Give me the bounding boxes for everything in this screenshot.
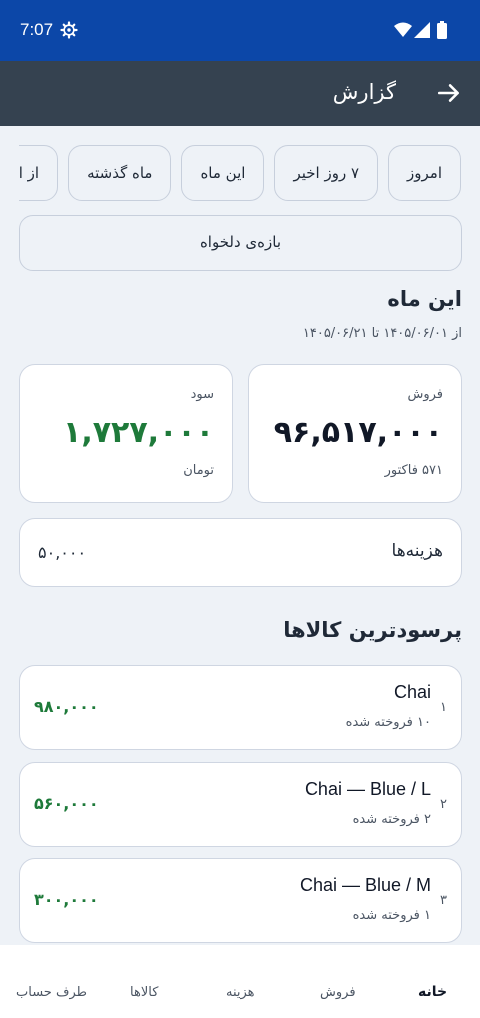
sales-card[interactable]: فروش ۹۶,۵۱۷,۰۰۰ ۵۷۱ فاکتور — [248, 364, 462, 503]
product-sold-count: ۱ فروخته شده — [352, 908, 431, 923]
app-bar: گزارش — [0, 61, 480, 126]
chip-today[interactable]: امروز — [388, 145, 461, 201]
product-rank: ۲ — [440, 797, 447, 812]
product-name: Chai — [393, 682, 431, 702]
expenses-value: ۵۰,۰۰۰ — [38, 543, 87, 562]
profit-card[interactable]: سود ۱,۷۲۷,۰۰۰ تومان — [19, 364, 233, 503]
product-name: Chai — Blue / M — [299, 875, 431, 895]
nav-home[interactable]: خانه — [418, 984, 447, 1000]
chip-this-month[interactable]: این ماه — [181, 145, 265, 201]
settings-gear-icon — [60, 21, 78, 39]
product-profit: ۹۸۰,۰۰۰ — [34, 697, 99, 716]
product-profit: ۵۶۰,۰۰۰ — [34, 794, 99, 813]
cell-signal-icon — [414, 22, 430, 38]
product-row[interactable]: ۱ Chai ۱۰ فروخته شده ۹۸۰,۰۰۰ — [19, 665, 462, 750]
expenses-card[interactable]: هزینه‌ها ۵۰,۰۰۰ — [19, 518, 462, 587]
battery-icon — [437, 21, 447, 39]
status-time: 7:07 — [20, 20, 54, 39]
product-row[interactable]: ۲ Chai — Blue / L ۲ فروخته شده ۵۶۰,۰۰۰ — [19, 762, 462, 847]
sales-value: ۹۶,۵۱۷,۰۰۰ — [273, 415, 443, 450]
custom-range-button[interactable]: بازه‌ی دلخواه — [19, 215, 462, 271]
nav-products[interactable]: کالاها — [130, 985, 158, 1000]
status-bar: 7:07 — [0, 0, 480, 61]
sales-label: فروش — [407, 387, 443, 402]
arrow-forward-icon[interactable] — [436, 80, 462, 106]
product-rank: ۳ — [440, 893, 447, 908]
nav-sales[interactable]: فروش — [320, 985, 356, 1000]
chip-last-7-days[interactable]: ۷ روز اخیر — [274, 145, 379, 201]
chip-from-start[interactable]: از اول — [19, 145, 59, 201]
nav-accounts[interactable]: طرف حساب — [16, 985, 87, 1000]
product-profit: ۳۰۰,۰۰۰ — [34, 890, 99, 909]
top-products-title: پرسودترین کالاها — [283, 618, 462, 642]
product-name: Chai — Blue / L — [304, 779, 431, 799]
product-rank: ۱ — [440, 700, 447, 715]
profit-value: ۱,۷۲۷,۰۰۰ — [63, 415, 214, 450]
currency-label: تومان — [183, 463, 214, 478]
date-range: از ۱۴۰۵/۰۶/۰۱ تا ۱۴۰۵/۰۶/۲۱ — [302, 326, 462, 341]
expenses-label: هزینه‌ها — [391, 541, 443, 561]
bottom-navigation: خانه فروش هزینه کالاها طرف حساب — [0, 945, 480, 1018]
period-chips: امروز۷ روز اخیراین ماهماه گذشتهاز اول — [19, 145, 461, 201]
nav-expenses[interactable]: هزینه — [226, 985, 255, 1000]
wifi-icon — [394, 22, 412, 37]
profit-label: سود — [190, 387, 214, 402]
product-row[interactable]: ۳ Chai — Blue / M ۱ فروخته شده ۳۰۰,۰۰۰ — [19, 858, 462, 943]
chip-last-month[interactable]: ماه گذشته — [68, 145, 172, 201]
product-sold-count: ۲ فروخته شده — [352, 812, 431, 827]
product-sold-count: ۱۰ فروخته شده — [345, 715, 431, 730]
period-title: این ماه — [387, 287, 462, 311]
page-title: گزارش — [332, 80, 396, 104]
invoice-count: ۵۷۱ فاکتور — [384, 463, 443, 478]
